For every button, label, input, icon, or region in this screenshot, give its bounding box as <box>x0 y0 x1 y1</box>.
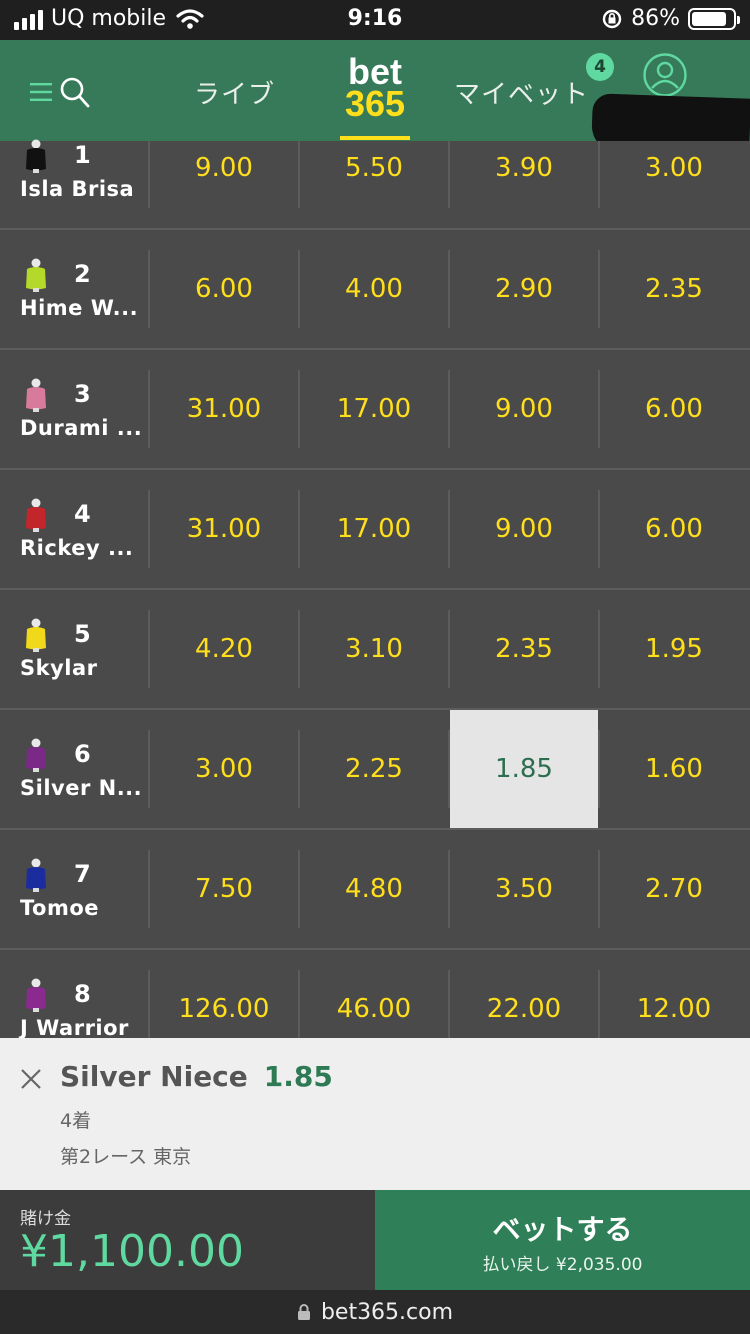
runner-info: 2 Hime W... <box>0 230 148 348</box>
runner-info: 3 Durami ... <box>0 350 148 468</box>
odds-button[interactable]: 31.00 <box>150 350 298 468</box>
runner-row: 3 Durami ... 31.00 17.00 9.00 6.00 <box>0 350 750 470</box>
runner-row: 2 Hime W... 6.00 4.00 2.90 2.35 <box>0 230 750 350</box>
runner-info: 7 Tomoe <box>0 830 148 948</box>
logo-text-bottom: 365 <box>344 83 406 124</box>
runner-name: Silver N... <box>20 776 143 800</box>
battery-icon <box>688 7 740 30</box>
runner-info: 1 Isla Brisa <box>0 139 148 228</box>
slip-selection-name: Silver Niece <box>60 1060 248 1093</box>
odds-button[interactable]: 1.60 <box>600 710 748 828</box>
jockey-silk-icon <box>26 378 46 412</box>
odds-button[interactable]: 3.00 <box>150 710 298 828</box>
odds-button[interactable]: 9.00 <box>450 470 598 588</box>
runner-info: 4 Rickey ... <box>0 470 148 588</box>
odds-button[interactable]: 3.10 <box>300 590 448 708</box>
stake-value[interactable]: ¥1,100.00 <box>20 1226 244 1277</box>
runner-name: Tomoe <box>20 896 100 920</box>
jockey-silk-icon <box>26 139 46 173</box>
odds-button[interactable]: 2.35 <box>600 230 748 348</box>
odds-button[interactable]: 4.20 <box>150 590 298 708</box>
url-text: bet365.com <box>320 1299 454 1325</box>
odds-button[interactable]: 7.50 <box>150 830 298 948</box>
slip-odds: 1.85 <box>263 1060 333 1093</box>
runner-name: Isla Brisa <box>20 177 135 201</box>
odds-button[interactable]: 1.95 <box>600 590 748 708</box>
potential-returns: 払い戻し ¥2,035.00 <box>482 1255 643 1275</box>
runner-number: 6 <box>74 740 91 768</box>
odds-button[interactable]: 4.00 <box>300 230 448 348</box>
odds-button-selected[interactable]: 1.85 <box>450 710 598 828</box>
place-bet-button[interactable]: ベットする 払い戻し ¥2,035.00 <box>375 1190 750 1290</box>
runner-row: 7 Tomoe 7.50 4.80 3.50 2.70 <box>0 830 750 950</box>
runner-name: Skylar <box>20 656 98 680</box>
search-icon[interactable] <box>60 76 90 108</box>
odds-button[interactable]: 31.00 <box>150 470 298 588</box>
odds-button[interactable]: 2.35 <box>450 590 598 708</box>
menu-icon[interactable] <box>30 82 52 102</box>
runner-number: 5 <box>74 620 91 648</box>
odds-button[interactable]: 9.00 <box>450 350 598 468</box>
runner-number: 1 <box>74 141 91 169</box>
runner-number: 7 <box>74 860 91 888</box>
tab-live[interactable]: ライブ <box>194 74 275 111</box>
bet-slip: Silver Niece 1.85 4着 第2レース 東京 <box>0 1038 750 1190</box>
odds-button[interactable]: 6.00 <box>150 230 298 348</box>
jockey-silk-icon <box>26 618 46 652</box>
close-icon[interactable] <box>20 1068 42 1090</box>
odds-button[interactable]: 2.70 <box>600 830 748 948</box>
top-nav: ライブ bet 365 マイベット 4 <box>0 40 750 157</box>
status-bar: UQ mobile 9:16 86% <box>0 0 750 40</box>
jockey-silk-icon <box>26 738 46 772</box>
odds-button[interactable]: 2.90 <box>450 230 598 348</box>
odds-button[interactable]: 3.50 <box>450 830 598 948</box>
odds-button[interactable]: 3.90 <box>450 141 598 228</box>
tab-my-bets[interactable]: マイベット <box>454 74 589 111</box>
runner-info: 5 Skylar <box>0 590 148 708</box>
runner-name: J Warrior <box>20 1016 129 1040</box>
runner-number: 3 <box>74 380 91 408</box>
runner-name: Hime W... <box>20 296 139 320</box>
odds-button[interactable]: 3.00 <box>600 141 748 228</box>
runner-name: Rickey ... <box>20 536 134 560</box>
runner-info: 6 Silver N... <box>0 710 148 828</box>
slip-selection-line: Silver Niece 1.85 <box>60 1060 333 1093</box>
odds-button[interactable]: 4.80 <box>300 830 448 948</box>
bet365-logo[interactable]: bet 365 <box>336 54 414 124</box>
odds-button[interactable]: 9.00 <box>150 141 298 228</box>
jockey-silk-icon <box>26 858 46 892</box>
runner-row: 4 Rickey ... 31.00 17.00 9.00 6.00 <box>0 470 750 590</box>
place-bet-label: ベットする <box>492 1213 633 1246</box>
account-icon[interactable] <box>642 52 688 98</box>
runner-row: 1 Isla Brisa 9.00 5.50 3.90 3.00 <box>0 139 750 230</box>
lock-icon <box>297 1304 310 1320</box>
runner-number: 2 <box>74 260 91 288</box>
slip-market: 4着 <box>60 1110 92 1132</box>
odds-button[interactable]: 2.25 <box>300 710 448 828</box>
odds-button[interactable]: 6.00 <box>600 470 748 588</box>
jockey-silk-icon <box>26 978 46 1012</box>
odds-button[interactable]: 6.00 <box>600 350 748 468</box>
battery-percent: 86% <box>631 6 680 31</box>
slip-race: 第2レース 東京 <box>60 1146 192 1168</box>
runner-number: 4 <box>74 500 91 528</box>
active-tab-indicator <box>340 136 410 140</box>
odds-button[interactable]: 17.00 <box>300 350 448 468</box>
runner-row: 6 Silver N... 3.00 2.25 1.85 1.60 <box>0 710 750 830</box>
status-right: 86% <box>601 6 740 31</box>
runner-name: Durami ... <box>20 416 143 440</box>
orientation-lock-icon <box>602 9 622 28</box>
my-bets-count-badge: 4 <box>586 53 614 81</box>
odds-button[interactable]: 5.50 <box>300 141 448 228</box>
jockey-silk-icon <box>26 258 46 292</box>
odds-button[interactable]: 17.00 <box>300 470 448 588</box>
jockey-silk-icon <box>26 498 46 532</box>
menu-search-group[interactable] <box>30 76 90 108</box>
runner-number: 8 <box>74 980 91 1008</box>
browser-url-bar[interactable]: bet365.com <box>0 1290 750 1334</box>
runner-row: 5 Skylar 4.20 3.10 2.35 1.95 <box>0 590 750 710</box>
runner-odds-grid: 1 Isla Brisa 9.00 5.50 3.90 3.00 2 Hime W... 6.0… <box>0 139 750 1070</box>
stake-field[interactable]: 賭け金 ¥1,100.00 <box>0 1190 375 1290</box>
